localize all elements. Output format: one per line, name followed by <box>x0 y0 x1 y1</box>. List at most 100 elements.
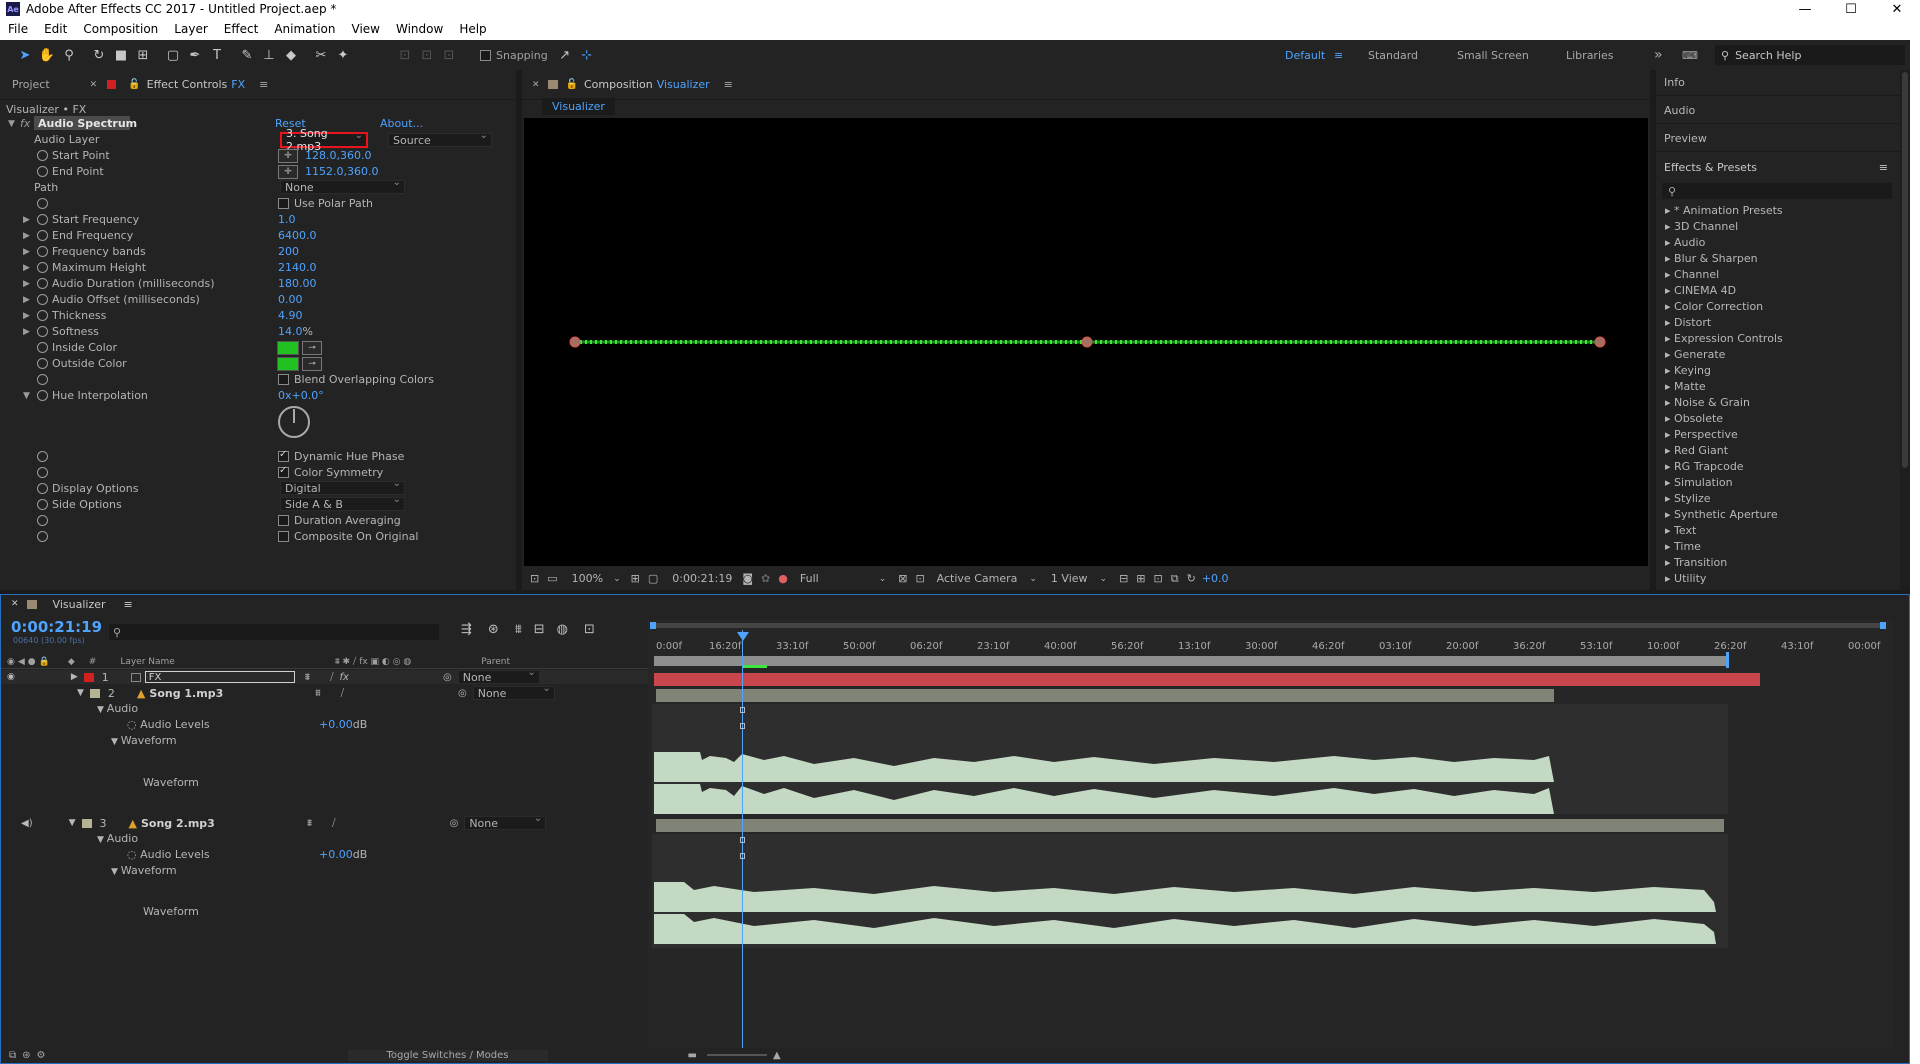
category-color-correction[interactable]: ▸ Color Correction <box>1665 300 1763 316</box>
expand-triangle-icon[interactable]: ▶ <box>23 295 30 305</box>
work-area-end[interactable] <box>1880 622 1886 629</box>
waveform-group-row[interactable]: ▼ Waveform <box>111 734 177 747</box>
layer-row-1[interactable]: ◉ ▶ 1 FX ⩩ ⧸ fx ◎ None <box>1 667 649 684</box>
quality-switch-icon[interactable]: ⧸ <box>341 688 344 699</box>
about-link[interactable]: About... <box>380 115 423 131</box>
lock-icon[interactable]: 🔓 <box>128 79 140 90</box>
expand-triangle-icon[interactable]: ▶ <box>23 279 30 289</box>
maximize-button[interactable]: ☐ <box>1828 0 1874 18</box>
layer-color-label-icon[interactable] <box>89 688 100 698</box>
hue-interpolation-value[interactable]: 0x+0.0° <box>278 387 324 403</box>
layer-name[interactable]: Song 1.mp3 <box>149 687 223 700</box>
audio-panel-header[interactable]: Audio <box>1656 98 1900 124</box>
category-animation-presets[interactable]: ▸ * Animation Presets <box>1665 204 1783 220</box>
composite-on-original-checkbox[interactable] <box>278 530 289 542</box>
3d-ground-plane-icon[interactable]: ⊡ <box>1154 572 1163 585</box>
eyedropper-icon[interactable]: ⊸ <box>302 357 322 371</box>
color-symmetry-row[interactable]: Color Symmetry <box>278 464 383 480</box>
stopwatch-icon[interactable]: ◌ <box>127 848 137 861</box>
toggle-switches-modes-button[interactable]: Toggle Switches / Modes <box>347 1049 548 1061</box>
timeline-current-time[interactable]: 0:00:21:19 <box>11 618 102 636</box>
hand-tool-icon[interactable]: ✋ <box>36 44 58 66</box>
region-of-interest-icon[interactable]: ▢ <box>648 572 658 585</box>
composition-viewer[interactable] <box>524 118 1648 566</box>
stopwatch-icon[interactable] <box>37 499 48 510</box>
stopwatch-icon[interactable] <box>37 390 48 401</box>
roto-brush-tool-icon[interactable]: ✂ <box>310 44 332 66</box>
frequency-bands-value[interactable]: 200 <box>278 243 299 259</box>
category-channel[interactable]: ▸ Channel <box>1665 268 1719 284</box>
collapse-triangle-icon[interactable]: ▼ <box>8 119 15 129</box>
duration-averaging-checkbox[interactable] <box>278 514 289 526</box>
pan-behind-tool-icon[interactable]: ⊞ <box>132 44 154 66</box>
category-time[interactable]: ▸ Time <box>1665 540 1701 556</box>
parent-dropdown[interactable]: None <box>457 667 540 684</box>
effects-search-input[interactable]: ⚲ <box>1662 183 1892 199</box>
exposure-value[interactable]: +0.0 <box>1202 572 1229 585</box>
grid-icon[interactable]: ⊞ <box>631 572 640 585</box>
panel-menu-icon[interactable]: ≡ <box>259 78 268 91</box>
show-snapshot-icon[interactable]: ✿ <box>761 572 770 585</box>
start-frequency-value[interactable]: 1.0 <box>278 211 296 227</box>
dynamic-hue-phase-row[interactable]: Dynamic Hue Phase <box>278 448 404 464</box>
zoom-in-icon[interactable]: ▲ <box>773 1050 781 1061</box>
view-axis-mode-icon[interactable]: ⊡ <box>438 44 460 66</box>
transparency-grid-icon[interactable]: ⊡ <box>915 572 924 585</box>
layer-bar-song-1[interactable] <box>656 689 1554 702</box>
workspace-menu-icon[interactable]: ≡ <box>1334 40 1343 70</box>
workspace-libraries[interactable]: Libraries <box>1566 40 1614 70</box>
effects-presets-header[interactable]: Effects & Presets ≡ <box>1656 154 1900 180</box>
pick-whip-icon[interactable]: ◎ <box>443 672 452 683</box>
category-matte[interactable]: ▸ Matte <box>1665 380 1706 396</box>
always-preview-icon[interactable]: ⊡ <box>530 572 539 585</box>
outside-color-swatch[interactable] <box>277 357 299 371</box>
zoom-out-icon[interactable]: ▬ <box>688 1050 697 1061</box>
hide-shy-layers-icon[interactable]: ⩩ <box>515 622 522 637</box>
stopwatch-icon[interactable] <box>37 230 48 241</box>
fx-badge[interactable]: fx <box>20 115 30 131</box>
menu-window[interactable]: Window <box>388 22 451 36</box>
brush-tool-icon[interactable]: ✎ <box>236 44 258 66</box>
scrollbar-thumb[interactable] <box>1902 72 1908 468</box>
parent-dropdown[interactable]: None <box>472 683 555 700</box>
use-polar-path-checkbox[interactable] <box>278 197 289 209</box>
menu-file[interactable]: File <box>0 22 36 36</box>
snap-features-icon[interactable]: ⊹ <box>576 44 598 66</box>
workspace-standard[interactable]: Standard <box>1368 40 1418 70</box>
eraser-tool-icon[interactable]: ◆ <box>280 44 302 66</box>
category-perspective[interactable]: ▸ Perspective <box>1665 428 1738 444</box>
category-distort[interactable]: ▸ Distort <box>1665 316 1711 332</box>
composition-tab-label[interactable]: Composition <box>584 78 653 91</box>
stopwatch-icon[interactable] <box>37 342 48 353</box>
channel-icon[interactable]: ● <box>778 572 788 585</box>
layer-row-2[interactable]: ▼ 2 ▲ Song 1.mp3 ⩩ ⧸ ◎ None <box>1 683 649 700</box>
category-noise-grain[interactable]: ▸ Noise & Grain <box>1665 396 1750 412</box>
stopwatch-icon[interactable] <box>37 166 48 177</box>
expand-triangle-icon[interactable]: ▶ <box>23 311 30 321</box>
layer-name-input[interactable]: FX <box>144 671 295 683</box>
flowchart-icon[interactable]: ⧉ <box>1171 572 1179 586</box>
color-symmetry-checkbox[interactable] <box>278 465 289 478</box>
motion-blur-icon[interactable]: ◍ <box>557 622 568 637</box>
monitor-icon[interactable]: ▭ <box>547 572 557 585</box>
layer-bar-fx[interactable] <box>654 673 1760 686</box>
angle-dial[interactable] <box>278 406 310 438</box>
type-tool-icon[interactable]: T <box>206 44 228 66</box>
view-layout-value[interactable]: 1 View <box>1051 572 1088 585</box>
world-axis-mode-icon[interactable]: ⊡ <box>416 44 438 66</box>
menu-help[interactable]: Help <box>451 22 494 36</box>
panel-menu-icon[interactable]: ≡ <box>124 598 133 611</box>
side-options-dropdown[interactable]: Side A & B <box>280 494 405 511</box>
lock-switch-icon[interactable]: 🔒 <box>39 657 50 667</box>
time-navigator[interactable] <box>654 656 1728 666</box>
comp-flowchart-icon[interactable]: ⧉ <box>9 1050 16 1061</box>
stopwatch-icon[interactable] <box>37 246 48 257</box>
expand-layer-switches-icon[interactable]: ⊛ <box>22 1050 30 1061</box>
snapping-checkbox[interactable] <box>480 49 491 61</box>
expand-triangle-icon[interactable]: ▶ <box>23 327 30 337</box>
timeline-search-input[interactable]: ⚲ <box>109 624 439 640</box>
end-point-handle[interactable] <box>1594 336 1606 348</box>
collapse-triangle-icon[interactable]: ▼ <box>77 688 84 698</box>
solo-switch-icon[interactable]: ● <box>28 657 36 667</box>
expand-triangle-icon[interactable]: ▶ <box>23 231 30 241</box>
